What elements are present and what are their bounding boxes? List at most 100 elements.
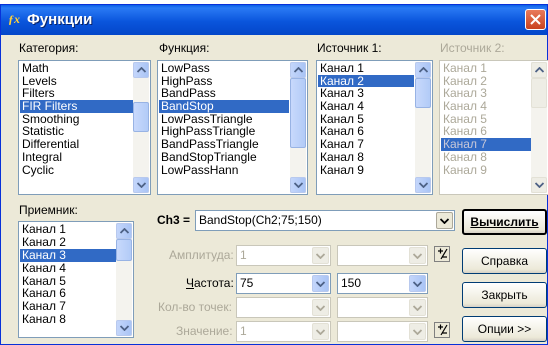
function-scrollbar[interactable] <box>290 62 306 193</box>
plus-minus-icon <box>438 324 448 336</box>
dropdown-button[interactable] <box>312 247 329 264</box>
points-combo-1[interactable] <box>236 297 331 318</box>
list-item[interactable]: Канал 1 <box>318 62 414 75</box>
chevron-down-icon <box>413 253 422 259</box>
list-item-selected[interactable]: Канал 7 <box>441 138 531 151</box>
list-item[interactable]: Differential <box>20 138 133 151</box>
calculate-button[interactable]: Вычислить <box>462 209 547 235</box>
scroll-up-button[interactable] <box>415 62 431 78</box>
function-listbox[interactable]: LowPass HighPass BandPass BandStop LowPa… <box>157 60 308 195</box>
close-button[interactable]: Закрыть <box>462 282 547 308</box>
frequency-combo-1[interactable]: 75 <box>236 273 331 294</box>
dropdown-button[interactable] <box>312 323 329 340</box>
dropdown-button[interactable] <box>312 275 329 292</box>
scroll-up-button[interactable] <box>531 62 547 78</box>
chevron-up-icon <box>120 228 129 234</box>
points-label: Кол-во точек: <box>158 300 232 314</box>
list-item-selected[interactable]: Канал 3 <box>20 248 116 262</box>
list-item[interactable]: Канал 4 <box>441 100 531 113</box>
dropdown-button[interactable] <box>312 299 329 316</box>
title-bar[interactable]: ƒx Функции <box>1 5 547 35</box>
formula-dropdown-button[interactable] <box>436 212 453 229</box>
category-listbox[interactable]: Math Levels Filters FIR Filters Smoothin… <box>18 60 151 195</box>
source2-listbox[interactable]: Канал 1 Канал 2 Канал 3 Канал 4 Канал 5 … <box>439 60 548 195</box>
list-item-selected[interactable]: FIR Filters <box>20 100 133 113</box>
chevron-down-icon <box>316 329 325 335</box>
dropdown-button[interactable] <box>409 275 426 292</box>
value-combo-2[interactable] <box>337 321 428 342</box>
list-item[interactable]: BandStopTriangle <box>159 150 289 164</box>
functions-dialog: ƒx Функции Категория: Функция: Источник … <box>0 4 548 345</box>
list-item[interactable]: Канал 4 <box>318 100 414 113</box>
formula-combo[interactable]: BandStop(Ch2;75;150) <box>195 210 455 231</box>
list-item[interactable]: Канал 2 <box>20 235 116 249</box>
scroll-up-button[interactable] <box>133 62 149 78</box>
chevron-down-icon <box>413 281 422 287</box>
list-item[interactable]: Канал 8 <box>318 150 414 164</box>
list-item[interactable]: Канал 9 <box>441 163 531 177</box>
frequency-label: Частота: <box>186 276 234 290</box>
list-item[interactable]: Канал 4 <box>20 261 116 275</box>
receiver-scrollbar[interactable] <box>116 223 132 336</box>
value-sign-toggle[interactable] <box>434 322 450 338</box>
list-item[interactable]: Канал 7 <box>318 138 414 151</box>
chevron-down-icon <box>413 305 422 311</box>
options-button[interactable]: Опции >> <box>462 316 547 342</box>
scroll-thumb[interactable] <box>531 78 547 108</box>
scroll-down-button[interactable] <box>116 320 132 336</box>
amplitude-sign-toggle[interactable] <box>434 246 450 262</box>
amplitude-combo-1[interactable]: 1 <box>236 245 331 266</box>
chevron-down-icon <box>316 253 325 259</box>
scroll-down-button[interactable] <box>133 177 149 193</box>
scroll-down-button[interactable] <box>531 177 547 193</box>
source1-label: Источник 1: <box>317 41 382 55</box>
amplitude-combo-2[interactable] <box>337 245 428 266</box>
source1-items: Канал 1 Канал 2 Канал 3 Канал 4 Канал 5 … <box>318 62 414 176</box>
help-button[interactable]: Справка <box>462 248 547 274</box>
scroll-down-button[interactable] <box>290 177 306 193</box>
list-item[interactable]: Cyclic <box>20 163 133 177</box>
points-combo-2[interactable] <box>337 297 428 318</box>
source1-scrollbar[interactable] <box>415 62 431 193</box>
value-combo-1[interactable]: 1 <box>236 321 331 342</box>
function-label: Функция: <box>159 41 210 55</box>
receiver-listbox[interactable]: Канал 1 Канал 2 Канал 3 Канал 4 Канал 5 … <box>18 221 134 338</box>
scroll-thumb[interactable] <box>415 78 431 108</box>
dropdown-button[interactable] <box>409 247 426 264</box>
list-item[interactable]: LowPass <box>159 62 289 75</box>
source2-items: Канал 1 Канал 2 Канал 3 Канал 4 Канал 5 … <box>441 62 531 176</box>
fx-icon: ƒx <box>8 12 20 26</box>
dropdown-button[interactable] <box>409 323 426 340</box>
chevron-down-icon <box>535 182 544 188</box>
chevron-up-icon <box>535 67 544 73</box>
list-item-selected[interactable]: BandStop <box>159 100 289 113</box>
list-item[interactable]: Канал 8 <box>20 313 116 326</box>
frequency-combo-2[interactable]: 150 <box>337 273 428 294</box>
amplitude-value-1: 1 <box>240 248 247 262</box>
source1-listbox[interactable]: Канал 1 Канал 2 Канал 3 Канал 4 Канал 5 … <box>316 60 433 195</box>
scroll-thumb[interactable] <box>290 78 306 148</box>
chevron-up-icon <box>294 67 303 73</box>
category-scrollbar[interactable] <box>133 62 149 193</box>
list-item[interactable]: Integral <box>20 150 133 164</box>
close-window-button[interactable] <box>525 9 546 30</box>
list-item[interactable]: LowPassHann <box>159 163 289 177</box>
frequency-value-1: 75 <box>240 276 254 290</box>
dropdown-button[interactable] <box>409 299 426 316</box>
list-item[interactable]: Канал 1 <box>20 223 116 236</box>
chevron-down-icon <box>419 182 428 188</box>
scroll-up-button[interactable] <box>116 223 132 239</box>
scroll-thumb[interactable] <box>133 102 149 132</box>
list-item[interactable]: BandPassTriangle <box>159 138 289 151</box>
list-item[interactable]: Math <box>20 62 133 75</box>
category-items: Math Levels Filters FIR Filters Smoothin… <box>20 62 133 176</box>
scroll-down-button[interactable] <box>415 177 431 193</box>
list-item[interactable]: Канал 1 <box>441 62 531 75</box>
scroll-up-button[interactable] <box>290 62 306 78</box>
source2-scrollbar[interactable] <box>531 62 547 193</box>
list-item[interactable]: Канал 9 <box>318 163 414 177</box>
scroll-thumb[interactable] <box>116 239 132 261</box>
list-item[interactable]: Канал 8 <box>441 150 531 164</box>
frequency-label-accel: Ч <box>186 276 194 290</box>
chevron-down-icon <box>120 325 129 331</box>
